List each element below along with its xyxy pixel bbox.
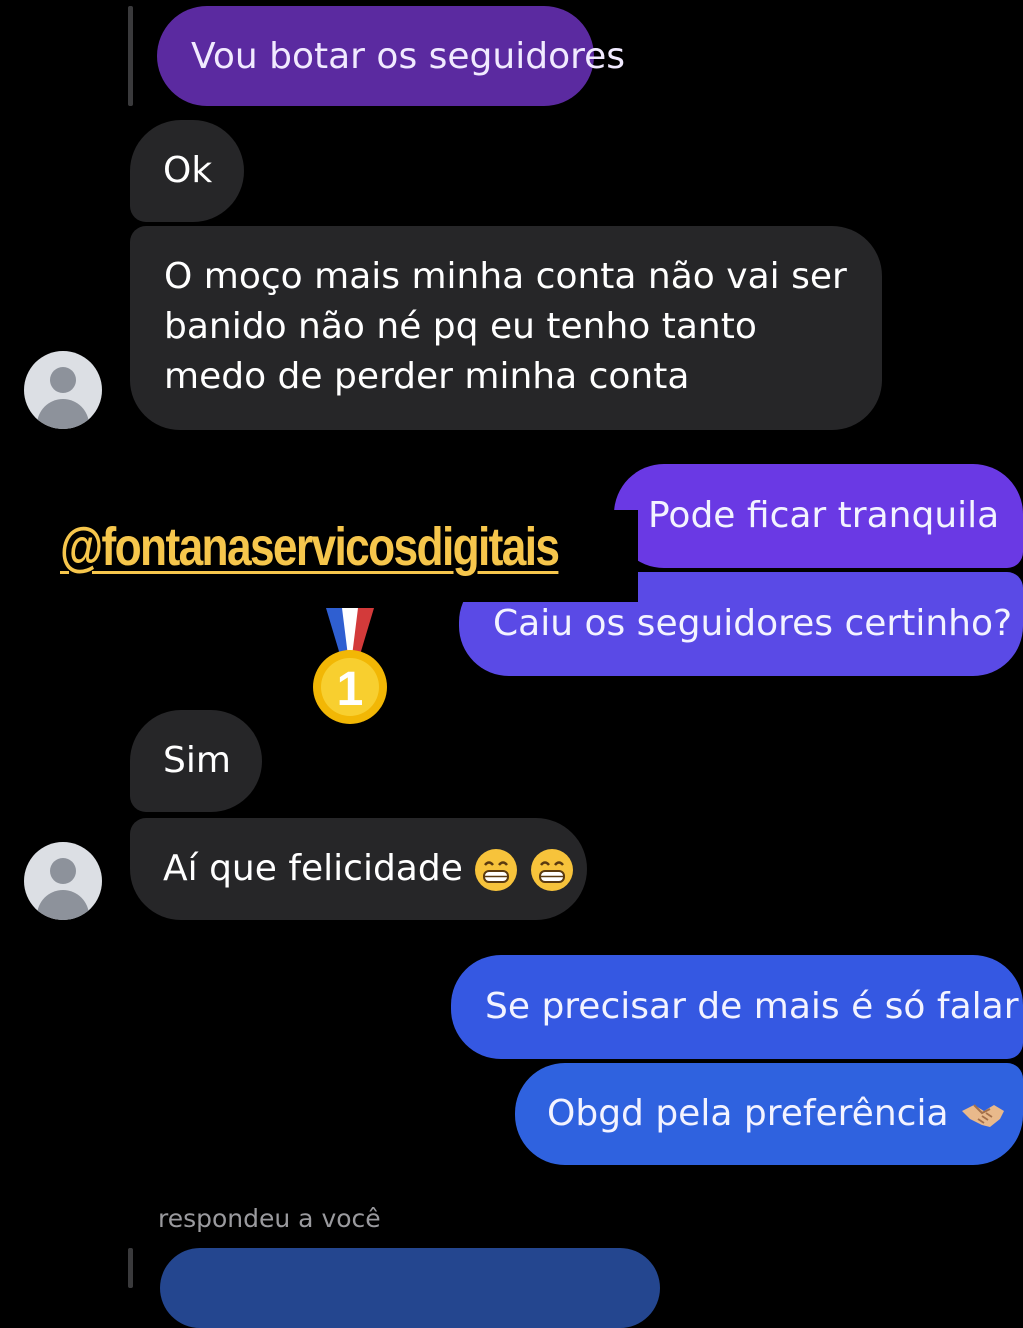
message-text: Obgd pela preferência xyxy=(547,1093,949,1134)
outgoing-message-bubble[interactable]: Pode ficar tranquila xyxy=(614,464,1023,568)
outgoing-message-bubble[interactable]: Obgd pela preferência xyxy=(515,1063,1023,1165)
contact-avatar[interactable] xyxy=(24,351,102,429)
grinning-face-icon xyxy=(475,849,518,891)
incoming-message-bubble[interactable]: Sim xyxy=(130,710,262,812)
reply-quote-bar xyxy=(128,1248,133,1288)
default-avatar-icon xyxy=(50,367,76,393)
message-text: Se precisar de mais é só falar xyxy=(485,986,1019,1027)
incoming-message-bubble[interactable]: Aí que felicidade xyxy=(130,818,587,920)
first-place-medal-icon: 1 xyxy=(313,608,387,724)
incoming-message-bubble[interactable]: O moço mais minha conta não vai ser bani… xyxy=(130,226,882,430)
message-text: Pode ficar tranquila xyxy=(648,495,1000,536)
grinning-face-icon xyxy=(530,849,573,891)
watermark-handle: @fontanaservicosdigitais xyxy=(60,517,560,577)
quoted-message-bubble[interactable] xyxy=(160,1248,660,1328)
default-avatar-icon xyxy=(50,858,76,884)
message-text: Sim xyxy=(163,740,231,781)
message-text: Vou botar os seguidores xyxy=(191,36,626,77)
message-text: O moço mais minha conta não vai ser bani… xyxy=(164,256,847,397)
outgoing-message-bubble[interactable]: Se precisar de mais é só falar xyxy=(451,955,1023,1059)
incoming-message-bubble[interactable]: Ok xyxy=(130,120,244,222)
contact-avatar[interactable] xyxy=(24,842,102,920)
handshake-icon xyxy=(961,1104,1004,1127)
quoted-message-bubble[interactable]: Vou botar os seguidores xyxy=(157,6,625,106)
reply-status-label: respondeu a você xyxy=(158,1204,381,1233)
message-text: Aí que felicidade xyxy=(163,848,463,889)
reply-quote-bar xyxy=(128,6,133,106)
svg-text:1: 1 xyxy=(337,663,364,716)
message-text: Caiu os seguidores certinho? xyxy=(493,603,1013,644)
message-text: Ok xyxy=(163,150,213,191)
